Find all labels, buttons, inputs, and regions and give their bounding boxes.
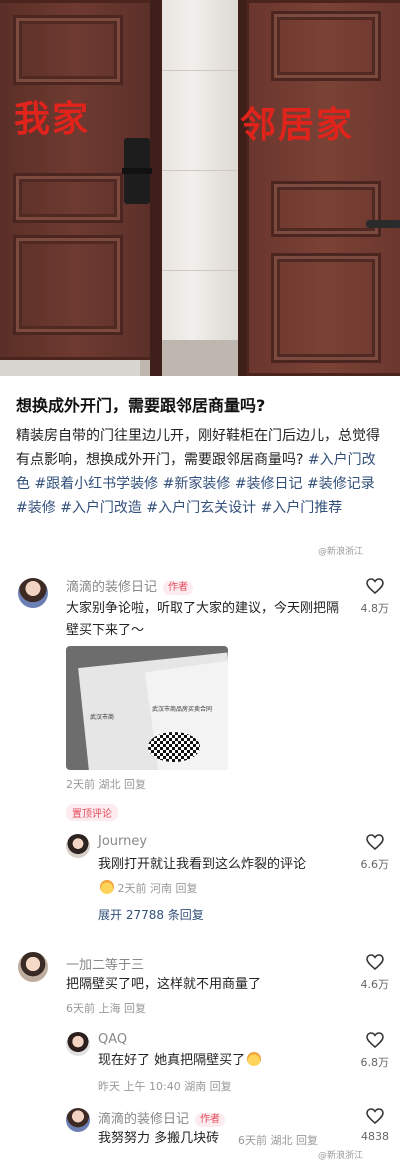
expand-replies-link[interactable]: 展开 27788 条回复 [98, 906, 204, 923]
hashtag[interactable]: #装修日记 [235, 476, 303, 492]
like-count: 6.8万 [360, 1056, 390, 1069]
post-title: 想换成外开门，需要跟邻居商量吗? [16, 396, 266, 415]
like-button[interactable] [360, 1108, 390, 1124]
comment-author-name[interactable]: Journey [98, 834, 147, 849]
like-count: 4.6万 [360, 978, 390, 991]
crying-face-emoji-icon [100, 880, 114, 894]
door-panel [271, 253, 381, 363]
pinned-badge: 置顶评论 [66, 804, 118, 821]
hashtag[interactable]: #新家装修 [163, 476, 231, 492]
comment-meta[interactable]: 6天前 湖北 回复 [238, 1132, 318, 1148]
like-button[interactable] [360, 954, 390, 970]
comment-author-name: 滴滴的装修日记 [66, 580, 158, 595]
avatar[interactable] [66, 1032, 90, 1056]
label-neighbor-home: 邻居家 [240, 105, 355, 146]
comment-meta-text: 2天前 河南 回复 [117, 882, 198, 895]
like-button[interactable] [360, 1032, 390, 1048]
heart-outline-icon [366, 954, 384, 970]
door-frame [150, 0, 162, 376]
like-button[interactable] [360, 578, 390, 594]
comment-text: 我刚打开就让我看到这么炸裂的评论 [98, 857, 307, 872]
heart-outline-icon [366, 1032, 384, 1048]
hashtag[interactable]: #入户门改造 [60, 500, 142, 516]
crying-face-emoji-icon [247, 1052, 262, 1066]
tile-seam [160, 70, 240, 71]
mosaic-blur [148, 732, 200, 762]
post-photo: 我家 邻居家 [0, 0, 400, 376]
hashtag[interactable]: #跟着小红书学装修 [34, 476, 158, 492]
heart-outline-icon [366, 1108, 384, 1124]
smart-lock-handle [122, 138, 152, 204]
comment-meta[interactable]: 昨天 上午 10:40 湖南 回复 [98, 1078, 232, 1094]
comment-text: 我努努力 多搬几块砖 [98, 1131, 220, 1146]
comment-text-content: 现在好了 她真把隔壁买了 [98, 1053, 246, 1068]
comment-author[interactable]: 滴滴的装修日记 作者 [66, 576, 194, 595]
door-panel [13, 173, 123, 223]
author-badge: 作者 [195, 1113, 226, 1127]
door-panel [271, 181, 381, 237]
door-panel [13, 235, 123, 335]
tile-seam [160, 270, 240, 271]
comment-author-name[interactable]: 一加二等于三 [66, 954, 144, 973]
heart-outline-icon [366, 578, 384, 594]
author-badge: 作者 [163, 581, 194, 595]
like-count: 4.8万 [360, 602, 390, 615]
comment-text: 把隔壁买了吧，这样就不用商量了 [66, 977, 262, 992]
post-body: 精装房自带的门往里边儿开，刚好鞋柜在门后边儿，总觉得有点影响，想换成外开门，需要… [16, 424, 388, 520]
avatar[interactable] [66, 834, 90, 858]
tile-wall [160, 0, 240, 376]
hashtag[interactable]: #入户门推荐 [261, 500, 343, 516]
avatar[interactable] [18, 952, 48, 982]
avatar[interactable] [18, 578, 48, 608]
heart-outline-icon [366, 834, 384, 850]
comment-meta[interactable]: 2天前 湖北 回复 [66, 776, 146, 792]
hashtag[interactable]: #装修记录 [307, 476, 375, 492]
comment-text: 大家别争论啦，听取了大家的建议，今天刚把隔壁买下来了～ [66, 601, 340, 638]
comment-text: 现在好了 她真把隔壁买了 [98, 1050, 348, 1072]
comment-author-name[interactable]: QAQ [98, 1032, 127, 1047]
tile-seam [160, 170, 240, 171]
door-panel [271, 11, 381, 81]
contract-title: 武汉市商品房买卖合同 [152, 706, 213, 713]
label-my-home: 我家 [14, 99, 91, 140]
hashtag[interactable]: #装修 [16, 500, 56, 516]
comment-meta[interactable]: 6天前 上海 回复 [66, 1000, 146, 1016]
door-panel [13, 15, 123, 85]
comment-author-name: 滴滴的装修日记 [98, 1112, 190, 1127]
avatar[interactable] [66, 1108, 90, 1132]
contract-text: 武汉市商 [90, 714, 115, 721]
like-button[interactable] [360, 834, 390, 850]
neighbor-door [246, 0, 400, 376]
watermark: @新浪浙江 [318, 547, 364, 557]
comment-author[interactable]: 滴滴的装修日记 作者 [98, 1108, 226, 1127]
comment-meta[interactable]: 2天前 河南 回复 [98, 880, 198, 896]
like-count: 6.6万 [360, 858, 390, 871]
hashtag[interactable]: #入户门玄关设计 [146, 500, 256, 516]
watermark: @新浪浙江 [318, 1151, 364, 1161]
like-count: 4838 [361, 1130, 389, 1143]
neighbor-door-handle [366, 220, 400, 228]
comment-image[interactable]: 武汉市商 武汉市商品房买卖合同 [66, 646, 228, 770]
